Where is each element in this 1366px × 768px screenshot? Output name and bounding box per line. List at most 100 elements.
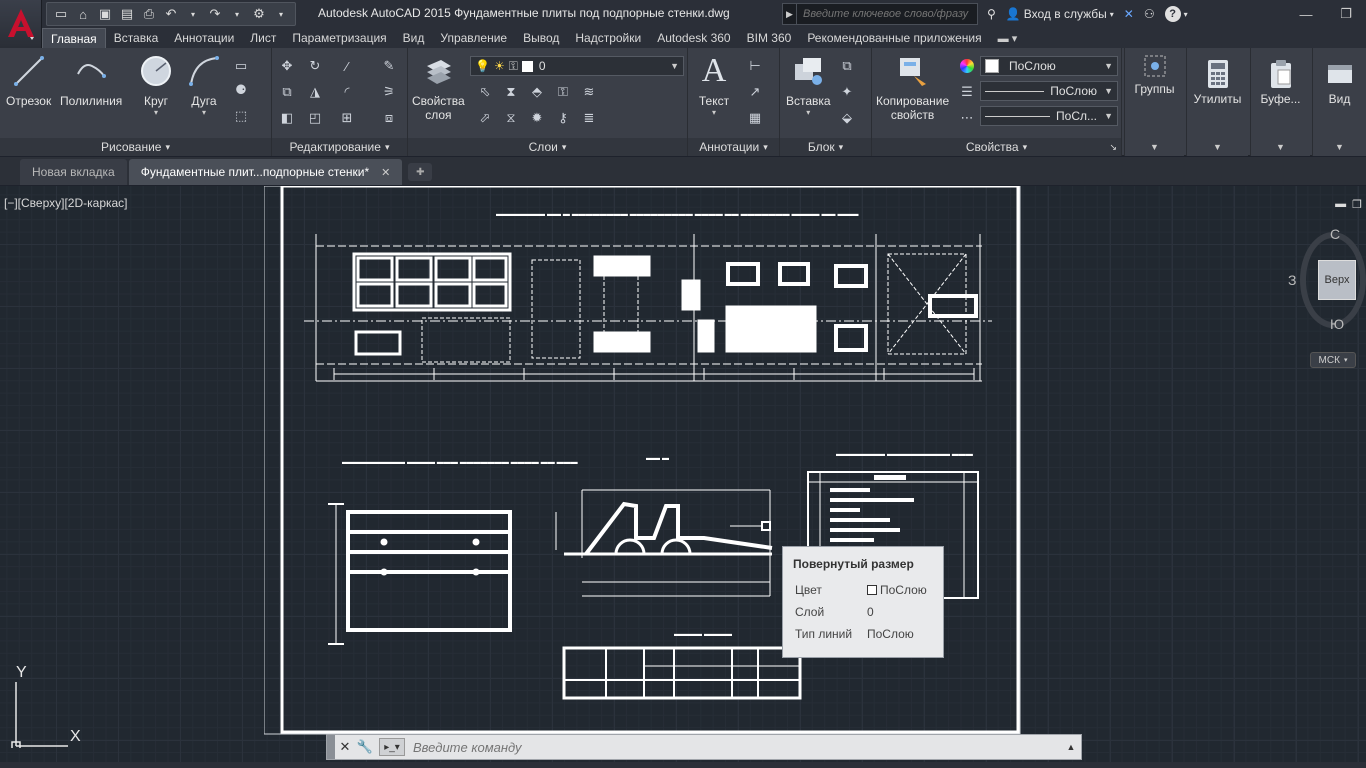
open-file-icon[interactable]: ⌂ bbox=[73, 4, 93, 24]
offset-icon[interactable]: ⧈ bbox=[378, 108, 400, 128]
tab-output[interactable]: Вывод bbox=[515, 28, 567, 48]
insert-dropdown-icon[interactable]: ▾ bbox=[806, 108, 810, 117]
text-button[interactable]: A Текст ▾ bbox=[696, 52, 732, 117]
workspace-icon[interactable]: ⚙ bbox=[249, 4, 269, 24]
close-icon[interactable]: ✕ bbox=[335, 736, 355, 758]
clipboard-panel[interactable]: Буфе... ▼ bbox=[1250, 48, 1310, 156]
view-panel[interactable]: Вид ▼ bbox=[1312, 48, 1366, 156]
leader-icon[interactable]: ↗ bbox=[744, 82, 766, 102]
lineweight-dropdown[interactable]: ПоСл... ▼ bbox=[980, 106, 1118, 126]
layer-freeze-icon[interactable]: ⧗ bbox=[500, 82, 522, 102]
circle-button[interactable]: Круг ▾ bbox=[138, 52, 174, 117]
application-menu-button[interactable] bbox=[0, 0, 42, 48]
fillet-icon[interactable]: ◜ bbox=[336, 82, 358, 102]
text-dropdown-icon[interactable]: ▾ bbox=[712, 108, 716, 117]
create-block-icon[interactable]: ⧉ bbox=[836, 56, 858, 76]
restore-icon[interactable]: ❐ bbox=[1326, 0, 1366, 28]
layer-isolate-icon[interactable]: ⬁ bbox=[474, 82, 496, 102]
edit-attributes-icon[interactable]: ⬙ bbox=[836, 108, 858, 128]
tab-bim-360[interactable]: BIM 360 bbox=[739, 28, 800, 48]
file-tab-active[interactable]: Фундаментные плит...подпорные стенки* ✕ bbox=[128, 159, 403, 185]
redo-dropdown-icon[interactable]: ▾ bbox=[227, 4, 247, 24]
compass-west[interactable]: З bbox=[1288, 272, 1296, 288]
exchange-apps-icon[interactable]: ✕ bbox=[1121, 3, 1137, 25]
search-input[interactable] bbox=[797, 8, 977, 20]
annotation-panel-title[interactable]: Аннотации ▾ bbox=[688, 138, 779, 156]
viewport-controls-label[interactable]: [−][Сверху][2D-каркас] bbox=[4, 196, 128, 210]
rotate-icon[interactable]: ↻ bbox=[304, 56, 326, 76]
color-dropdown[interactable]: ПоСлою ▼ bbox=[980, 56, 1118, 76]
ucs-menu-button[interactable]: МСК ▾ bbox=[1310, 352, 1356, 368]
table-icon[interactable]: ▦ bbox=[744, 108, 766, 128]
insert-block-button[interactable]: Вставка ▾ bbox=[786, 52, 831, 117]
linetype-icon[interactable]: ⋯ bbox=[956, 108, 978, 128]
layer-off-icon[interactable]: ⬘ bbox=[526, 82, 548, 102]
command-input[interactable] bbox=[405, 736, 1061, 758]
binoculars-icon[interactable]: ⚲ bbox=[984, 3, 999, 25]
ribbon-display-toggle[interactable]: ▬ ▾ bbox=[990, 28, 1026, 48]
tab-parametric[interactable]: Параметризация bbox=[284, 28, 394, 48]
layer-dropdown[interactable]: 💡 ☀ ⚿ 0 ▼ bbox=[470, 56, 684, 76]
layer-properties-button[interactable]: Свойства слоя bbox=[412, 52, 465, 122]
layer-unlock-icon[interactable]: ⚷ bbox=[552, 108, 574, 128]
tab-home[interactable]: Главная bbox=[42, 28, 106, 48]
modify-panel-title[interactable]: Редактирование ▾ bbox=[272, 138, 407, 156]
tab-featured-apps[interactable]: Рекомендованные приложения bbox=[799, 28, 989, 48]
color-wheel-icon[interactable] bbox=[956, 56, 978, 76]
match-properties-button[interactable]: Копирование свойств bbox=[876, 52, 949, 122]
copy-icon[interactable]: ⧉ bbox=[276, 82, 298, 102]
lineweight-icon[interactable]: ☰ bbox=[956, 82, 978, 102]
erase-icon[interactable]: ✎ bbox=[378, 56, 400, 76]
circle-dropdown-icon[interactable]: ▾ bbox=[154, 108, 158, 117]
tab-view[interactable]: Вид bbox=[395, 28, 433, 48]
layer-on-icon[interactable]: ✹ bbox=[526, 108, 548, 128]
layer-match-icon[interactable]: ≋ bbox=[578, 82, 600, 102]
close-icon[interactable]: ✕ bbox=[381, 166, 390, 179]
layer-thaw-icon[interactable]: ⧖ bbox=[500, 108, 522, 128]
properties-panel-title[interactable]: Свойства ▾ ↘ bbox=[872, 138, 1121, 156]
block-panel-title[interactable]: Блок ▾ bbox=[780, 138, 871, 156]
compass-south[interactable]: Ю bbox=[1330, 316, 1344, 332]
new-file-icon[interactable]: ▭ bbox=[51, 4, 71, 24]
sign-in-button[interactable]: 👤 Вход в службы ▾ bbox=[1003, 3, 1117, 25]
stretch-icon[interactable]: ◧ bbox=[276, 108, 298, 128]
tab-layout[interactable]: Лист bbox=[242, 28, 284, 48]
redo-icon[interactable]: ↷ bbox=[205, 4, 225, 24]
tab-autodesk-360[interactable]: Autodesk 360 bbox=[649, 28, 738, 48]
undo-icon[interactable]: ↶ bbox=[161, 4, 181, 24]
tab-addins[interactable]: Надстройки bbox=[567, 28, 649, 48]
tab-manage[interactable]: Управление bbox=[432, 28, 515, 48]
linetype-dropdown[interactable]: ПоСлою ▼ bbox=[980, 81, 1118, 101]
save-as-icon[interactable]: ▤ bbox=[117, 4, 137, 24]
layer-lock-icon[interactable]: ⚿ bbox=[552, 82, 574, 102]
region-icon[interactable]: ⬚ bbox=[230, 106, 252, 126]
command-history-icon[interactable]: ▲ bbox=[1061, 742, 1081, 752]
minimize-icon[interactable]: — bbox=[1286, 0, 1326, 28]
edit-block-icon[interactable]: ✦ bbox=[836, 82, 858, 102]
hatch-icon[interactable]: ⚈ bbox=[230, 80, 252, 100]
undo-dropdown-icon[interactable]: ▾ bbox=[183, 4, 203, 24]
tab-annotate[interactable]: Аннотации bbox=[166, 28, 242, 48]
stay-connected-icon[interactable]: ⚇ bbox=[1141, 3, 1158, 25]
command-line-grip[interactable] bbox=[327, 735, 335, 759]
groups-panel[interactable]: Группы ▼ bbox=[1124, 48, 1184, 156]
search-expand-icon[interactable]: ▶ bbox=[783, 4, 797, 24]
layers-panel-title[interactable]: Слои ▾ bbox=[408, 138, 687, 156]
scale-icon[interactable]: ◰ bbox=[304, 108, 326, 128]
viewport-minimize-icon[interactable]: ▬ bbox=[1335, 198, 1346, 211]
layer-walk-icon[interactable]: ≣ bbox=[578, 108, 600, 128]
command-prompt-icon[interactable]: ▸_▾ bbox=[379, 738, 405, 756]
wrench-icon[interactable]: 🔧 bbox=[355, 736, 375, 758]
tab-insert[interactable]: Вставка bbox=[106, 28, 167, 48]
mirror-icon[interactable]: ◮ bbox=[304, 82, 326, 102]
arc-dropdown-icon[interactable]: ▾ bbox=[202, 108, 206, 117]
layer-unisolate-icon[interactable]: ⬀ bbox=[474, 108, 496, 128]
file-tab-new[interactable]: Новая вкладка bbox=[20, 159, 127, 185]
plot-icon[interactable]: ⎙ bbox=[139, 4, 159, 24]
compass-north[interactable]: С bbox=[1330, 226, 1340, 242]
array-icon[interactable]: ⊞ bbox=[336, 108, 358, 128]
polyline-button[interactable]: Полилиния bbox=[60, 52, 122, 108]
linear-dimension-icon[interactable]: ⊢ bbox=[744, 56, 766, 76]
arc-button[interactable]: Дуга ▾ bbox=[186, 52, 222, 117]
draw-panel-title[interactable]: Рисование ▾ bbox=[0, 138, 271, 156]
